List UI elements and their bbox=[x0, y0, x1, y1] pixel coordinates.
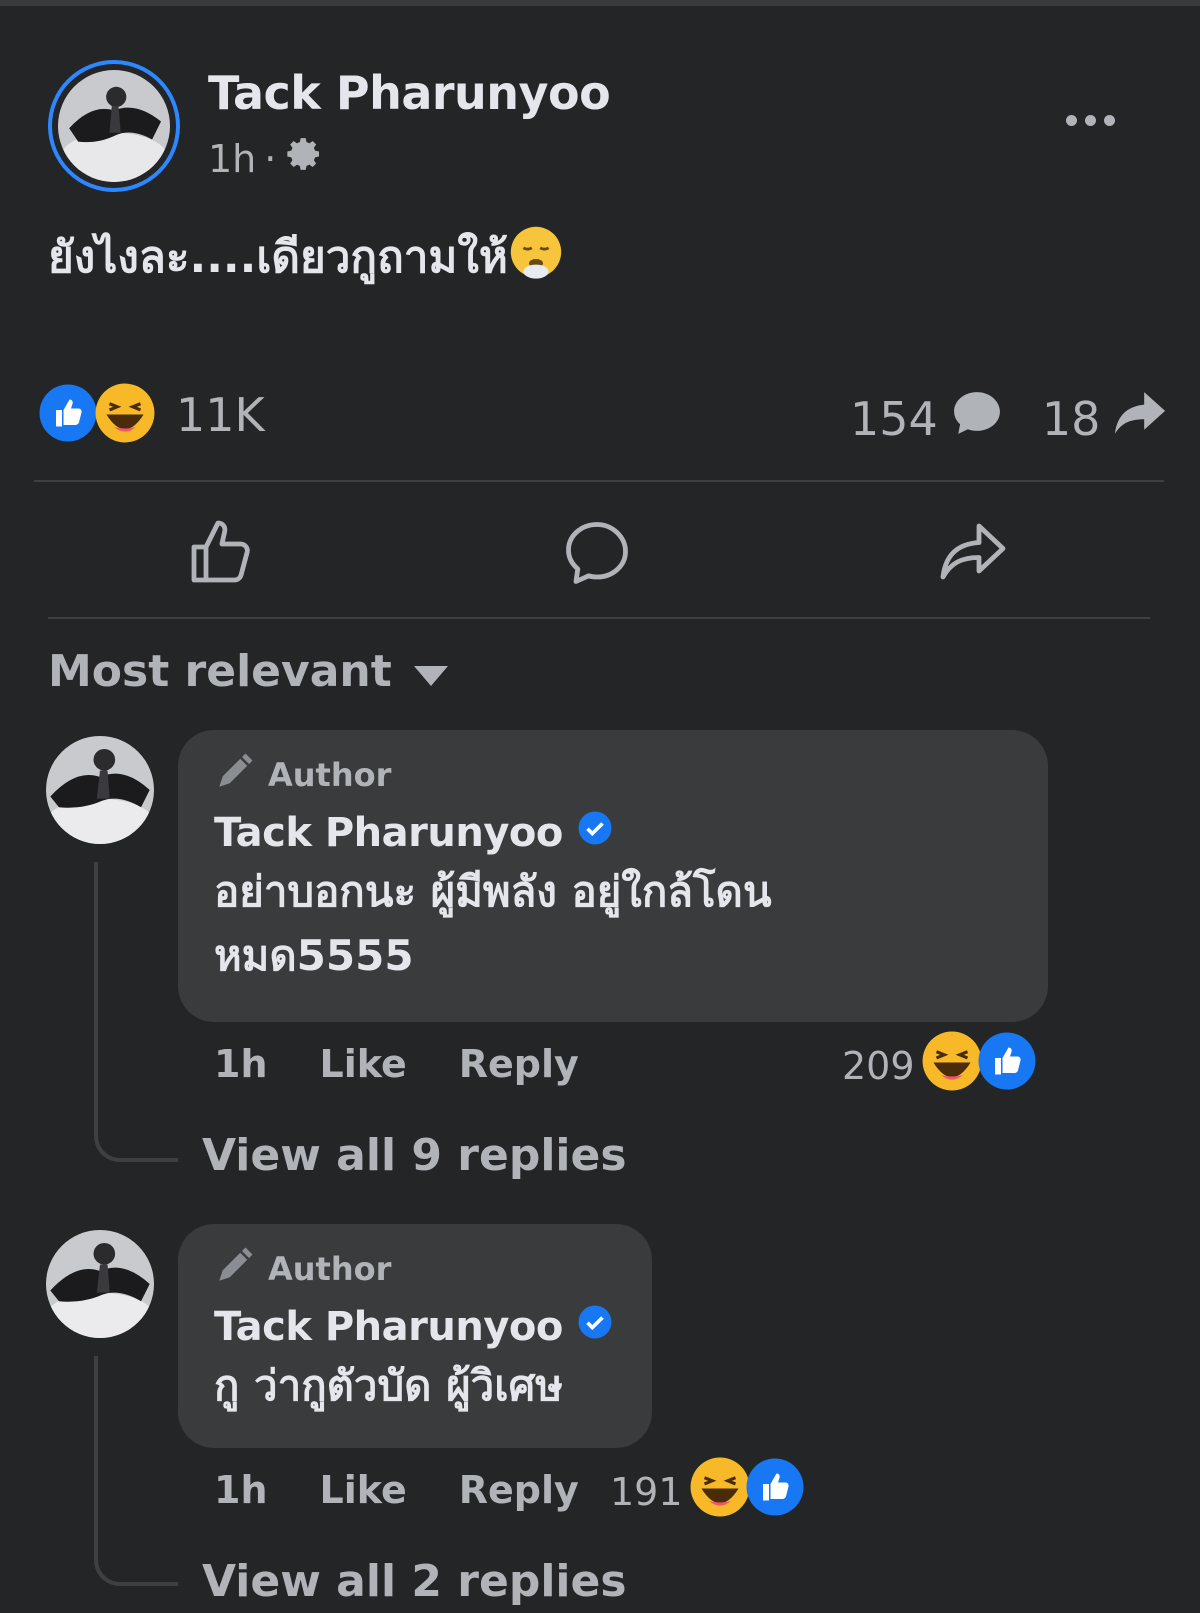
commenter-name-text: Tack Pharunyoo bbox=[214, 810, 563, 856]
comment-bubble: Author Tack Pharunyoo กู ว่ากูตัวบัด ผู้… bbox=[178, 1224, 652, 1448]
comment-reaction-count: 209 bbox=[842, 1043, 915, 1088]
comment-count[interactable]: 154 bbox=[850, 392, 938, 446]
reactions-summary[interactable]: 11K bbox=[38, 382, 265, 448]
commenter-name-text: Tack Pharunyoo bbox=[214, 1304, 563, 1350]
post-author-name[interactable]: Tack Pharunyoo bbox=[208, 66, 611, 120]
comment-sort-dropdown[interactable]: Most relevant bbox=[48, 646, 448, 697]
comment-bubble: Author Tack Pharunyoo อย่าบอกนะ ผู้มีพลั… bbox=[178, 730, 1048, 1022]
comment-text-line: อย่าบอกนะ ผู้มีพลัง อยู่ใกล้โดน bbox=[214, 867, 772, 916]
commenter-name[interactable]: Tack Pharunyoo bbox=[214, 810, 1012, 856]
like-reaction-icon bbox=[977, 1031, 1037, 1100]
like-reaction-icon bbox=[38, 383, 98, 447]
post-text: ยังไงละ....เดียวกูถามให้ bbox=[48, 222, 564, 292]
divider bbox=[48, 617, 1150, 619]
post-time[interactable]: 1h bbox=[208, 137, 256, 181]
post-stats: 154 18 bbox=[850, 390, 1168, 447]
top-border bbox=[0, 0, 1200, 6]
author-tag: Author bbox=[214, 1244, 616, 1294]
post-meta: 1h · bbox=[208, 134, 324, 183]
comment-reply-button[interactable]: Reply bbox=[459, 1468, 579, 1512]
comment-like-button[interactable]: Like bbox=[320, 1042, 407, 1086]
divider bbox=[34, 480, 1164, 482]
commenter-avatar[interactable] bbox=[46, 1230, 154, 1338]
like-icon bbox=[185, 517, 257, 593]
comment-actions: 1h Like Reply bbox=[214, 1042, 631, 1086]
meta-separator: · bbox=[264, 136, 277, 181]
pen-icon bbox=[214, 1244, 256, 1294]
author-tag-label: Author bbox=[268, 1250, 392, 1288]
comment-reactions[interactable]: 191 bbox=[610, 1456, 805, 1527]
comment-text: กู ว่ากูตัวบัด ผู้วิเศษ bbox=[214, 1354, 616, 1418]
author-tag-label: Author bbox=[268, 756, 392, 794]
avatar-image bbox=[58, 70, 170, 182]
view-replies-link[interactable]: View all 2 replies bbox=[202, 1556, 627, 1607]
caret-down-icon bbox=[413, 646, 448, 697]
share-icon bbox=[937, 517, 1009, 593]
author-tag: Author bbox=[214, 750, 1012, 800]
comment-like-button[interactable]: Like bbox=[320, 1468, 407, 1512]
gear-icon bbox=[284, 134, 324, 183]
comment-reply-button[interactable]: Reply bbox=[459, 1042, 579, 1086]
post-text-content: ยังไงละ....เดียวกูถามให้ bbox=[48, 232, 508, 283]
haha-reaction-icon bbox=[921, 1030, 983, 1101]
like-button[interactable] bbox=[176, 510, 266, 600]
comment-time[interactable]: 1h bbox=[214, 1468, 268, 1512]
like-reaction-icon bbox=[745, 1457, 805, 1526]
comment-reaction-count: 191 bbox=[610, 1469, 683, 1514]
comment-text-line: หมด5555 bbox=[214, 931, 414, 980]
comment-time[interactable]: 1h bbox=[214, 1042, 268, 1086]
haha-reaction-icon bbox=[94, 382, 156, 448]
comment-actions: 1h Like Reply bbox=[214, 1468, 631, 1512]
author-avatar[interactable] bbox=[48, 60, 180, 192]
thread-line bbox=[94, 1356, 178, 1586]
verified-icon bbox=[577, 1304, 613, 1350]
pen-icon bbox=[214, 750, 256, 800]
face-exhaling-emoji-icon bbox=[508, 224, 564, 291]
sort-label: Most relevant bbox=[48, 646, 392, 697]
thread-line bbox=[94, 862, 178, 1162]
verified-icon bbox=[577, 810, 613, 856]
share-count-icon bbox=[1112, 390, 1168, 447]
more-icon-dot bbox=[1103, 114, 1115, 126]
more-icon-dot bbox=[1065, 114, 1077, 126]
commenter-avatar[interactable] bbox=[46, 736, 154, 844]
reaction-count: 11K bbox=[176, 388, 265, 442]
comment-button[interactable] bbox=[552, 510, 642, 600]
more-icon-dot bbox=[1084, 114, 1096, 126]
comment-icon bbox=[561, 517, 633, 593]
comment-count-icon bbox=[952, 390, 1002, 447]
more-options-button[interactable] bbox=[1050, 100, 1130, 140]
haha-reaction-icon bbox=[689, 1456, 751, 1527]
comment-reactions[interactable]: 209 bbox=[842, 1030, 1037, 1101]
view-replies-link[interactable]: View all 9 replies bbox=[202, 1130, 627, 1181]
commenter-name[interactable]: Tack Pharunyoo bbox=[214, 1304, 616, 1350]
share-count[interactable]: 18 bbox=[1042, 392, 1101, 446]
comment-text-line: กู ว่ากูตัวบัด ผู้วิเศษ bbox=[214, 1361, 563, 1410]
comment-text: อย่าบอกนะ ผู้มีพลัง อยู่ใกล้โดน หมด5555 bbox=[214, 860, 1012, 988]
share-button[interactable] bbox=[928, 510, 1018, 600]
